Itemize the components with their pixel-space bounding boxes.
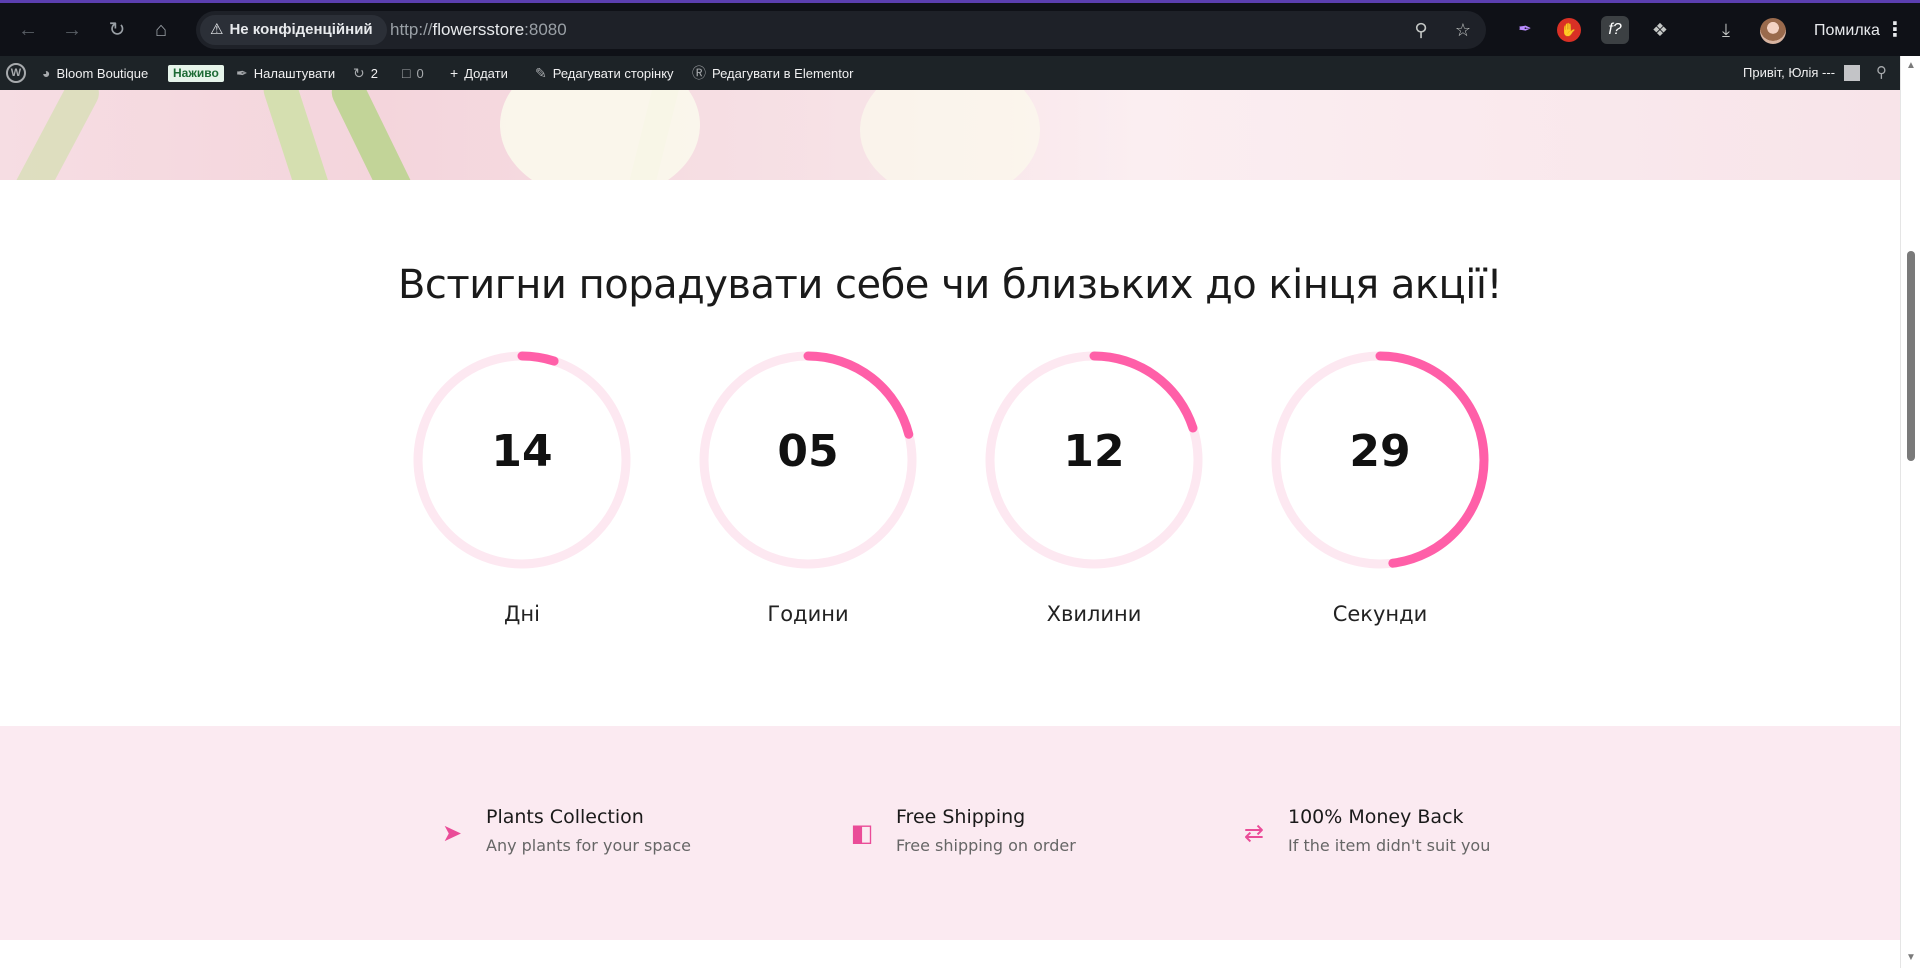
countdown-number: 29 bbox=[1349, 426, 1411, 477]
wordpress-logo-icon[interactable]: W bbox=[6, 63, 26, 83]
browser-toolbar: ← → ↻ ⌂ ⚠ Не конфіденційний http://flower… bbox=[0, 0, 1920, 56]
comment-icon: □ bbox=[402, 65, 411, 81]
countdown-label: Дні bbox=[504, 602, 540, 626]
url-host: flowersstore bbox=[432, 20, 525, 39]
edit-elementor-label: Редагувати в Elementor bbox=[712, 66, 854, 81]
url-text[interactable]: http://flowersstore:8080 bbox=[390, 11, 567, 49]
edit-page-label: Редагувати сторінку bbox=[552, 66, 674, 81]
profile-avatar[interactable] bbox=[1760, 18, 1786, 44]
customize-label: Налаштувати bbox=[253, 66, 336, 81]
star-icon[interactable]: ☆ bbox=[1450, 17, 1476, 43]
warning-icon: ⚠ bbox=[210, 21, 224, 38]
countdown-seconds: 29 Секунди bbox=[1268, 348, 1492, 628]
live-badge: Наживо bbox=[168, 65, 224, 82]
plus-icon: + bbox=[450, 65, 459, 81]
countdown-label: Секунди bbox=[1332, 602, 1428, 626]
feature-desc: Free shipping on order bbox=[896, 836, 1076, 855]
extensions-icon[interactable]: ❖ bbox=[1646, 16, 1674, 44]
hero-image bbox=[0, 90, 1900, 180]
flower-stem-shape bbox=[259, 90, 335, 180]
zoom-icon[interactable]: ⚲ bbox=[1408, 17, 1434, 43]
greeting-label: Привіт, Юлія --- bbox=[1743, 65, 1836, 80]
countdown-hours: 05 Години bbox=[696, 348, 920, 628]
wp-comments[interactable]: □ 0 bbox=[402, 56, 424, 90]
font-extension-icon[interactable]: f? bbox=[1601, 16, 1629, 44]
countdown-days: 14 Дні bbox=[410, 348, 634, 628]
updates-icon: ↻ bbox=[353, 65, 365, 81]
back-icon[interactable]: ← bbox=[14, 16, 42, 44]
url-scheme: http:// bbox=[390, 20, 433, 39]
home-icon[interactable]: ⌂ bbox=[147, 16, 175, 44]
url-port: :8080 bbox=[524, 20, 567, 39]
brush-icon: ✒ bbox=[236, 65, 248, 81]
scroll-thumb[interactable] bbox=[1907, 251, 1915, 461]
wp-admin-bar: W ◕ Bloom Boutique Наживо ✒ Налаштувати ↻ 2… bbox=[0, 56, 1900, 90]
wp-customize[interactable]: ✒ Налаштувати bbox=[236, 56, 335, 90]
dashboard-icon: ◕ bbox=[42, 65, 51, 81]
feature-title: 100% Money Back bbox=[1288, 806, 1464, 828]
wp-site-name[interactable]: ◕ Bloom Boutique bbox=[42, 56, 148, 90]
tulip-petal-shape bbox=[860, 90, 1040, 180]
countdown-label: Хвилини bbox=[1046, 602, 1142, 626]
leaf-arrow-icon: ➤ bbox=[441, 820, 463, 847]
features-section: ➤ Plants Collection Any plants for your … bbox=[0, 726, 1900, 940]
add-new-label: Додати bbox=[464, 66, 508, 81]
countdown-label: Години bbox=[767, 602, 849, 626]
forward-icon[interactable]: → bbox=[58, 16, 86, 44]
countdown-number: 05 bbox=[777, 426, 839, 477]
tulip-petal-shape bbox=[500, 90, 700, 180]
flower-stem-shape bbox=[326, 90, 418, 180]
scroll-down-icon[interactable]: ▼ bbox=[1905, 952, 1917, 964]
wp-search-icon[interactable]: ⚲ bbox=[1876, 56, 1887, 90]
wp-edit-elementor[interactable]: Ⓡ Редагувати в Elementor bbox=[692, 56, 853, 90]
updates-count: 2 bbox=[370, 66, 378, 81]
wp-account[interactable]: Привіт, Юлія --- bbox=[1743, 56, 1835, 90]
refresh-icon: ⇄ bbox=[1243, 820, 1265, 847]
countdown-number: 12 bbox=[1063, 426, 1125, 477]
quill-extension-icon[interactable]: ✒ bbox=[1511, 16, 1539, 44]
countdown-minutes: 12 Хвилини bbox=[982, 348, 1206, 628]
address-bar[interactable]: ⚠ Не конфіденційний http://flowersstore:8… bbox=[196, 11, 1486, 49]
pencil-icon: ✎ bbox=[535, 65, 547, 81]
page-bottom bbox=[0, 940, 1900, 968]
countdown-title: Встигни порадувати себе чи близьких до к… bbox=[397, 262, 1503, 308]
countdown-number: 14 bbox=[491, 426, 553, 477]
security-chip[interactable]: ⚠ Не конфіденційний bbox=[200, 15, 387, 45]
adblock-extension-icon[interactable]: ✋ bbox=[1557, 18, 1581, 42]
downloads-icon[interactable]: ⤓ bbox=[1712, 16, 1740, 44]
security-label: Не конфіденційний bbox=[229, 21, 373, 38]
site-name-label: Bloom Boutique bbox=[56, 66, 149, 81]
reload-icon[interactable]: ↻ bbox=[103, 16, 131, 44]
elementor-icon: Ⓡ bbox=[692, 65, 706, 81]
wp-add-new[interactable]: + Додати bbox=[450, 56, 508, 90]
menu-icon[interactable]: ⋮ bbox=[1885, 16, 1905, 44]
feature-title: Free Shipping bbox=[896, 806, 1026, 828]
wp-updates[interactable]: ↻ 2 bbox=[353, 56, 378, 90]
wp-avatar[interactable] bbox=[1844, 65, 1860, 81]
comments-count: 0 bbox=[416, 66, 424, 81]
flower-stem-shape bbox=[9, 90, 105, 180]
scroll-up-icon[interactable]: ▲ bbox=[1905, 60, 1917, 72]
feature-title: Plants Collection bbox=[486, 806, 644, 828]
page-scrollbar[interactable]: ▲ ▼ bbox=[1900, 56, 1920, 968]
feature-desc: If the item didn't suit you bbox=[1288, 836, 1491, 855]
box-icon: ◧ bbox=[850, 820, 874, 847]
profile-label[interactable]: Помилка bbox=[1814, 12, 1880, 50]
wp-edit-page[interactable]: ✎ Редагувати сторінку bbox=[535, 56, 674, 90]
feature-desc: Any plants for your space bbox=[486, 836, 691, 855]
